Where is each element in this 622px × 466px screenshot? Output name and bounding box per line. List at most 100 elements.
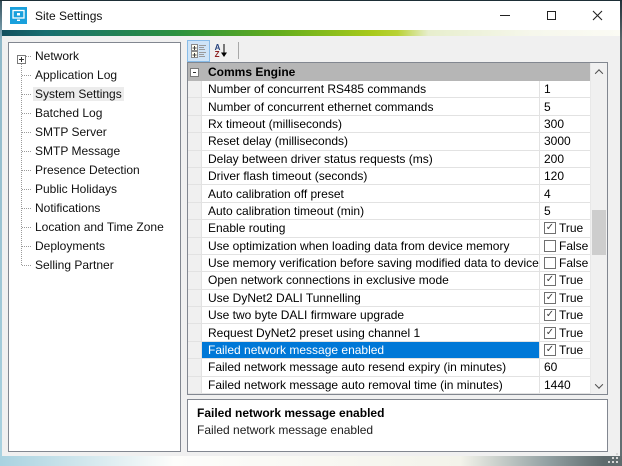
property-row[interactable]: Failed network message auto removal time… <box>188 376 590 395</box>
alphabetical-sort-button[interactable]: AZ <box>210 40 233 62</box>
property-value-cell[interactable]: ✓ True <box>540 290 590 306</box>
sidebar-item-selling-partner[interactable]: Selling Partner <box>9 256 180 275</box>
sidebar-item-notifications[interactable]: Notifications <box>9 199 180 218</box>
property-name-cell[interactable]: Use memory verification before saving mo… <box>202 254 540 272</box>
property-row[interactable]: Open network connections in exclusive mo… <box>188 272 590 290</box>
property-value-cell[interactable]: ✓ True <box>540 324 590 340</box>
checkbox-unchecked-icon[interactable] <box>544 257 556 270</box>
property-row[interactable]: Reset delay (milliseconds) 3000 <box>188 133 590 151</box>
property-value[interactable]: 120 <box>544 169 564 183</box>
property-row[interactable]: Use two byte DALI firmware upgrade ✓ True <box>188 307 590 325</box>
property-name-cell[interactable]: Failed network message enabled <box>202 341 540 359</box>
property-value-cell[interactable]: 1440 <box>540 377 590 393</box>
checkbox-unchecked-icon[interactable] <box>544 239 556 252</box>
property-value-cell[interactable]: False <box>540 255 590 271</box>
property-name-cell[interactable]: Number of concurrent ethernet commands <box>202 98 540 115</box>
property-row[interactable]: Enable routing ✓ True <box>188 220 590 238</box>
scroll-up-button[interactable] <box>591 63 607 80</box>
sidebar-item-presence-detection[interactable]: Presence Detection <box>9 161 180 180</box>
property-row[interactable]: Failed network message enabled ✓ True <box>188 341 590 360</box>
checkbox-checked-icon[interactable]: ✓ <box>544 326 556 339</box>
property-value[interactable]: 5 <box>544 204 551 218</box>
checkbox-checked-icon[interactable]: ✓ <box>544 274 556 287</box>
property-row[interactable]: Use optimization when loading data from … <box>188 237 590 255</box>
property-row[interactable]: Driver flash timeout (seconds) 120 <box>188 167 590 186</box>
property-value-cell[interactable]: 200 <box>540 151 590 167</box>
property-row[interactable]: Number of concurrent RS485 commands 1 <box>188 81 590 99</box>
checkbox-checked-icon[interactable]: ✓ <box>544 291 556 304</box>
property-name-cell[interactable]: Auto calibration timeout (min) <box>202 202 540 220</box>
property-value[interactable]: 300 <box>544 117 564 131</box>
property-name-cell[interactable]: Reset delay (milliseconds) <box>202 133 540 150</box>
property-name-cell[interactable]: Delay between driver status requests (ms… <box>202 150 540 167</box>
property-name-cell[interactable]: Number of concurrent RS485 commands <box>202 81 540 98</box>
property-row[interactable]: Use DyNet2 DALI Tunnelling ✓ True <box>188 289 590 308</box>
sidebar-item-batched-log[interactable]: Batched Log <box>9 104 180 123</box>
property-row[interactable]: Rx timeout (milliseconds) 300 <box>188 115 590 134</box>
property-name-cell[interactable]: Failed network message auto resend expir… <box>202 359 540 376</box>
property-value-cell[interactable]: ✓ True <box>540 220 590 236</box>
property-value[interactable]: 4 <box>544 187 551 201</box>
category-row[interactable]: Comms Engine <box>188 63 590 81</box>
property-value-cell[interactable]: 5 <box>540 98 590 114</box>
property-row[interactable]: Failed network message auto resend expir… <box>188 359 590 377</box>
grid-scrollbar[interactable] <box>590 63 607 394</box>
property-name-cell[interactable]: Use two byte DALI firmware upgrade <box>202 307 540 324</box>
property-value-cell[interactable]: 3000 <box>540 133 590 149</box>
minimize-button[interactable] <box>482 1 528 30</box>
sidebar-item-system-settings[interactable]: System Settings <box>9 85 180 104</box>
sidebar-item-network[interactable]: Network <box>9 47 180 66</box>
property-value-cell[interactable]: ✓ True <box>540 307 590 323</box>
categorized-view-button[interactable] <box>187 39 210 62</box>
checkbox-checked-icon[interactable]: ✓ <box>544 222 556 235</box>
checkbox-checked-icon[interactable]: ✓ <box>544 344 556 357</box>
property-value-cell[interactable]: 60 <box>540 359 590 375</box>
scrollbar-thumb[interactable] <box>592 210 606 255</box>
property-name-cell[interactable]: Use optimization when loading data from … <box>202 237 540 254</box>
property-value[interactable]: True <box>559 326 583 340</box>
property-value-cell[interactable]: ✓ True <box>540 272 590 288</box>
sidebar-item-public-holidays[interactable]: Public Holidays <box>9 180 180 199</box>
property-name-cell[interactable]: Rx timeout (milliseconds) <box>202 115 540 133</box>
resize-grip[interactable] <box>616 453 618 455</box>
property-value-cell[interactable]: 120 <box>540 168 590 184</box>
property-value[interactable]: 5 <box>544 100 551 114</box>
property-value[interactable]: False <box>559 239 588 253</box>
property-value[interactable]: 1440 <box>544 378 571 392</box>
property-value-cell[interactable]: 1 <box>540 81 590 97</box>
property-row[interactable]: Use memory verification before saving mo… <box>188 254 590 273</box>
minus-box-icon[interactable] <box>190 67 199 77</box>
sidebar-item-location-and-time-zone[interactable]: Location and Time Zone <box>9 218 180 237</box>
property-value[interactable]: True <box>559 308 583 322</box>
property-value-cell[interactable]: 4 <box>540 185 590 201</box>
property-name-cell[interactable]: Driver flash timeout (seconds) <box>202 167 540 185</box>
sidebar-item-application-log[interactable]: Application Log <box>9 66 180 85</box>
property-value[interactable]: 200 <box>544 152 564 166</box>
checkbox-checked-icon[interactable]: ✓ <box>544 309 556 322</box>
property-value-cell[interactable]: ✓ True <box>540 342 590 358</box>
sidebar-item-deployments[interactable]: Deployments <box>9 237 180 256</box>
property-value-cell[interactable]: 5 <box>540 203 590 219</box>
sidebar-item-smtp-message[interactable]: SMTP Message <box>9 142 180 161</box>
property-row[interactable]: Request DyNet2 preset using channel 1 ✓ T… <box>188 324 590 342</box>
property-value-cell[interactable]: 300 <box>540 116 590 132</box>
property-value[interactable]: 3000 <box>544 134 571 148</box>
property-name-cell[interactable]: Open network connections in exclusive mo… <box>202 272 540 289</box>
property-value[interactable]: 1 <box>544 82 551 96</box>
titlebar[interactable]: Site Settings <box>2 1 620 30</box>
property-value[interactable]: True <box>559 343 583 357</box>
property-name-cell[interactable]: Use DyNet2 DALI Tunnelling <box>202 289 540 307</box>
scroll-down-button[interactable] <box>591 377 607 394</box>
property-row[interactable]: Auto calibration off preset 4 <box>188 185 590 203</box>
property-row[interactable]: Delay between driver status requests (ms… <box>188 150 590 168</box>
property-value[interactable]: True <box>559 273 583 287</box>
property-name-cell[interactable]: Enable routing <box>202 220 540 237</box>
close-button[interactable] <box>574 1 620 30</box>
property-value[interactable]: False <box>559 256 588 270</box>
property-row[interactable]: Number of concurrent ethernet commands 5 <box>188 98 590 116</box>
maximize-button[interactable] <box>528 1 574 30</box>
property-value-cell[interactable]: False <box>540 238 590 254</box>
sidebar-item-smtp-server[interactable]: SMTP Server <box>9 123 180 142</box>
property-value[interactable]: True <box>559 221 583 235</box>
property-row[interactable]: Auto calibration timeout (min) 5 <box>188 202 590 221</box>
